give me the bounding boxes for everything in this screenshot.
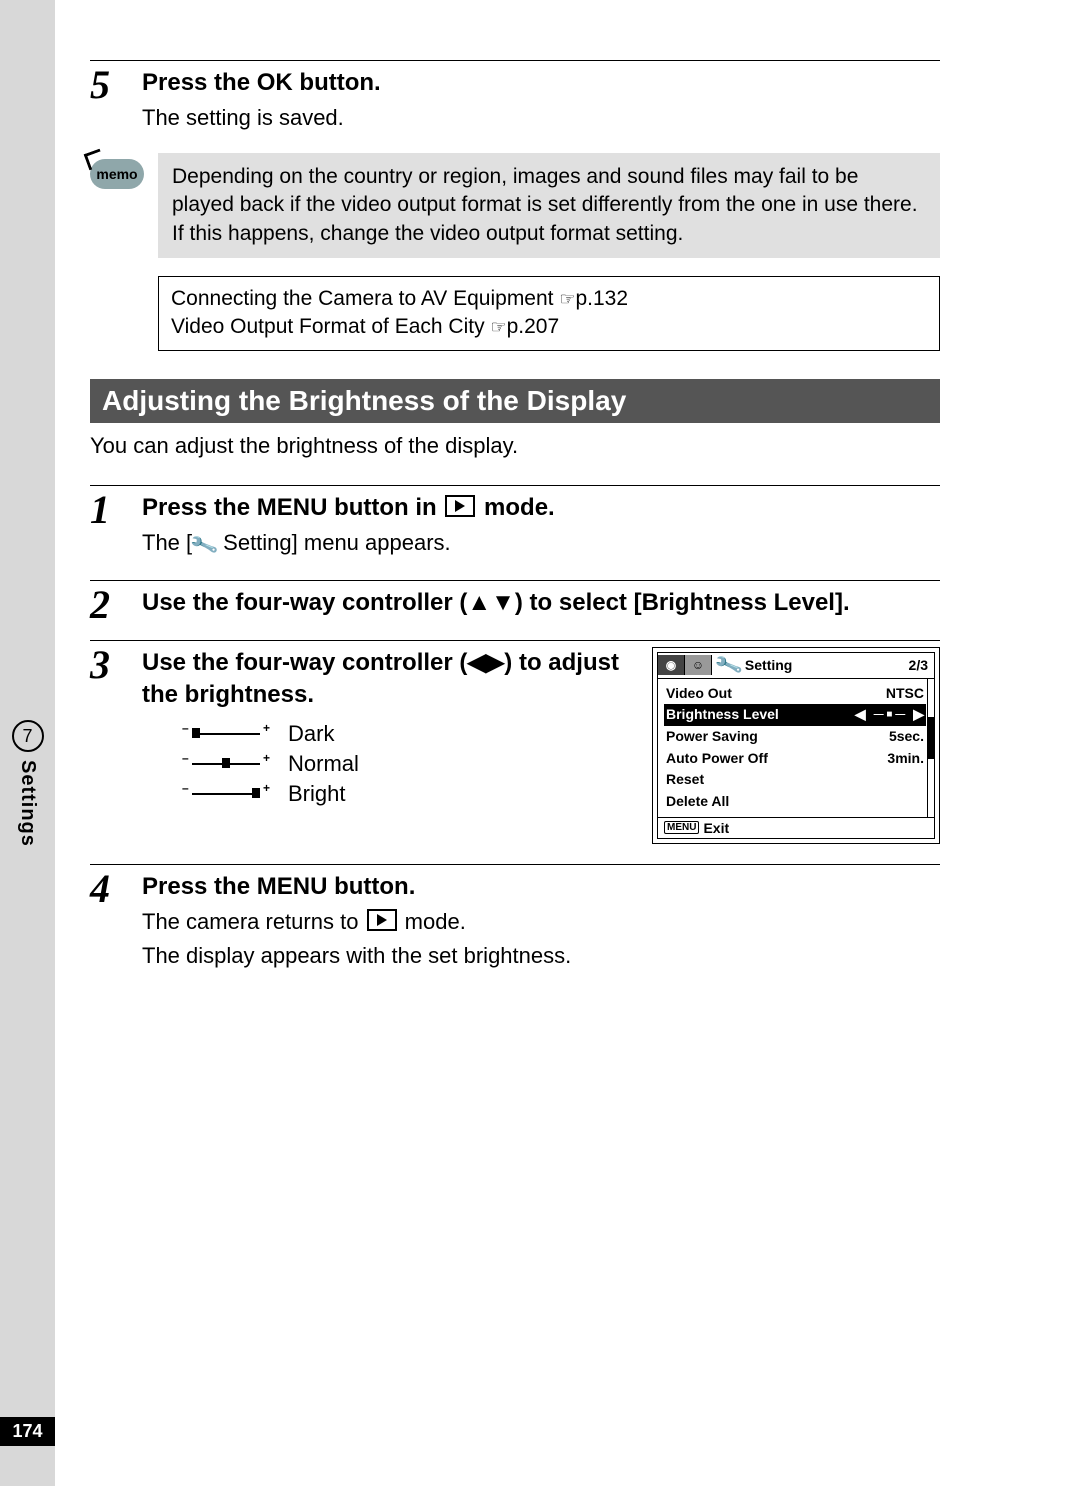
ref-line2: Video Output Format of Each City	[171, 315, 490, 338]
slider-bright-icon: –+	[182, 785, 270, 803]
step5-desc: The setting is saved.	[142, 103, 940, 133]
menu-button-icon: MENU	[664, 821, 699, 834]
lcd-page-indicator: 2/3	[903, 657, 934, 673]
left-arrow-icon: ◀	[855, 704, 866, 726]
step-5: 5 Press the OK button. The setting is sa…	[90, 60, 940, 133]
step1-title-pre: Press the	[142, 494, 257, 521]
slider-thumb-icon: — ■ —	[870, 706, 910, 724]
step5-title-post: button.	[293, 69, 381, 96]
page-number: 174	[0, 1417, 55, 1446]
memo-text: Depending on the country or region, imag…	[158, 153, 940, 258]
lcd-brightness-row: Brightness Level ◀ — ■ — ▶	[664, 704, 926, 726]
level-normal: Normal	[288, 751, 359, 777]
lcd-exit-label: Exit	[703, 820, 729, 836]
step-4: 4 Press the MENU button. The camera retu…	[90, 864, 940, 971]
step-2: 2 Use the four-way controller (▲▼) to se…	[90, 580, 940, 619]
step-number: 1	[90, 490, 110, 530]
step2-title: Use the four-way controller (▲▼) to sele…	[142, 587, 940, 619]
step-number: 3	[90, 645, 110, 685]
pointer-icon: ☞	[559, 289, 575, 309]
playback-mode-icon	[367, 909, 397, 931]
slider-dark-icon: –+	[182, 725, 270, 743]
lcd-auto-off-label: Auto Power Off	[666, 748, 768, 770]
menu-label: MENU	[257, 494, 328, 521]
lcd-title: Setting	[745, 657, 792, 673]
chapter-label: Settings	[16, 760, 39, 847]
slider-normal-icon: –+	[182, 755, 270, 773]
playback-mode-icon	[445, 495, 475, 517]
step-number: 2	[90, 585, 110, 625]
lcd-video-out-label: Video Out	[666, 683, 732, 705]
level-bright: Bright	[288, 781, 345, 807]
lcd-power-saving-label: Power Saving	[666, 726, 758, 748]
right-arrow-icon: ▶	[913, 704, 924, 726]
chapter-tab: 7 Settings	[0, 720, 55, 890]
lcd-reset-label: Reset	[666, 769, 704, 791]
step5-title-pre: Press the	[142, 69, 257, 96]
lcd-delete-all-label: Delete All	[666, 791, 729, 813]
lcd-video-out-value: NTSC	[886, 683, 924, 705]
lcd-power-saving-value: 5sec.	[889, 726, 924, 748]
face-mode-icon: ☺	[685, 655, 712, 675]
step-1: 1 Press the MENU button in mode. The [🔧 …	[90, 485, 940, 560]
reference-box: Connecting the Camera to AV Equipment ☞p…	[158, 276, 940, 351]
step4-desc2: The display appears with the set brightn…	[142, 941, 940, 971]
step4-desc1-post: mode.	[399, 909, 466, 934]
lcd-scrollbar	[927, 679, 934, 817]
section-intro: You can adjust the brightness of the dis…	[90, 433, 940, 459]
wrench-icon: 🔧	[712, 649, 744, 681]
camera-mode-icon: ◉	[658, 655, 685, 675]
ok-label: OK	[257, 69, 293, 96]
brightness-levels: –+ Dark –+ Normal	[182, 719, 638, 809]
page-content: 5 Press the OK button. The setting is sa…	[90, 60, 940, 990]
level-dark: Dark	[288, 721, 334, 747]
ref-line1: Connecting the Camera to AV Equipment	[171, 287, 559, 310]
section-heading: Adjusting the Brightness of the Display	[90, 379, 940, 423]
chapter-number: 7	[12, 720, 44, 752]
step4-desc1-pre: The camera returns to	[142, 909, 365, 934]
ref-line2-page: p.207	[507, 315, 560, 338]
step1-title-post: mode.	[477, 494, 554, 521]
step-number: 5	[90, 65, 110, 105]
memo-block: memo Depending on the country or region,…	[90, 153, 940, 258]
ref-line1-page: p.132	[575, 287, 628, 310]
step1-desc-mid: Setting] menu appears.	[217, 530, 451, 555]
lcd-brightness-label: Brightness Level	[666, 704, 779, 726]
memo-icon: memo	[90, 159, 144, 189]
step3-title: Use the four-way controller (◀▶) to adju…	[142, 647, 638, 712]
step4-title-post: button.	[327, 873, 415, 900]
step-3: 3 Use the four-way controller (◀▶) to ad…	[90, 640, 940, 844]
lcd-screenshot: ◉ ☺ 🔧 Setting 2/3 Video Out	[652, 647, 940, 844]
step4-title-pre: Press the	[142, 873, 257, 900]
step-number: 4	[90, 869, 110, 909]
lcd-auto-off-value: 3min.	[887, 748, 924, 770]
pointer-icon: ☞	[490, 317, 506, 337]
menu-label: MENU	[257, 873, 328, 900]
step1-title-mid: button in	[327, 494, 443, 521]
step1-desc-pre: The [	[142, 530, 192, 555]
